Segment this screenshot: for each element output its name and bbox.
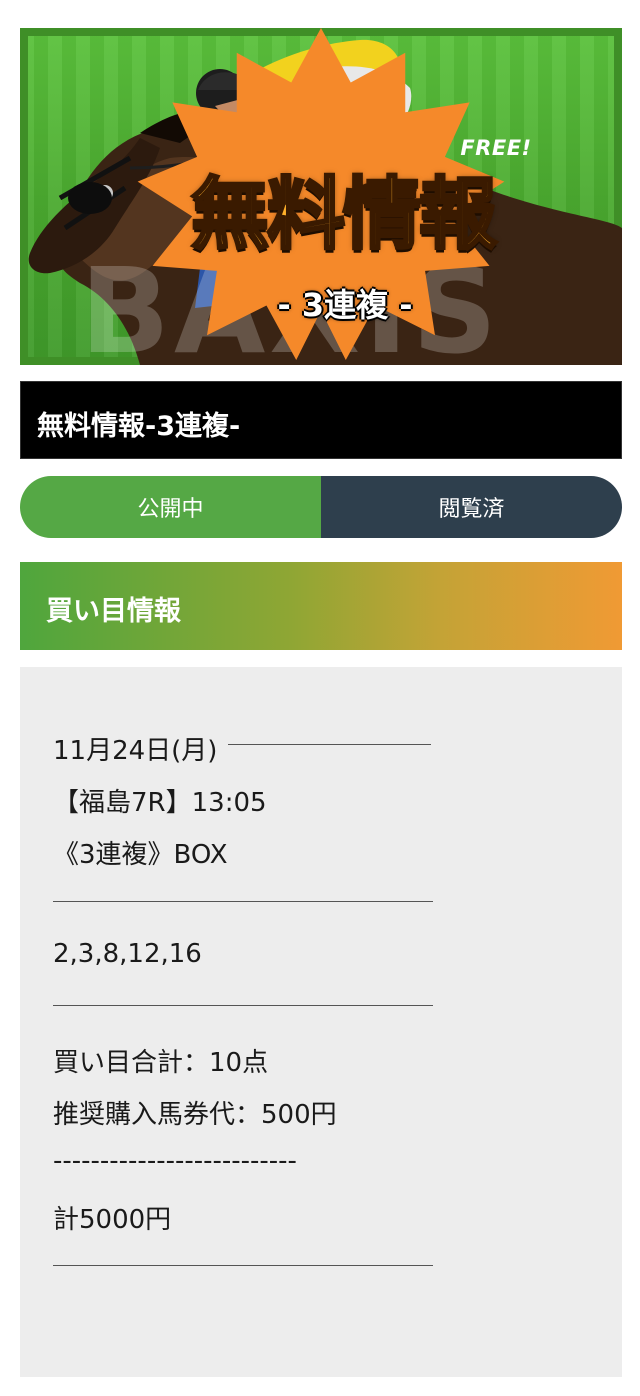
section-header: 買い目情報 [20, 562, 622, 650]
recommended-amount: 推奨購入馬券代：500円 [53, 1100, 337, 1130]
race-date: 11月24日(月) [53, 736, 218, 766]
race-info: 【福島7R】13:05 [53, 788, 267, 818]
divider [53, 1005, 433, 1006]
page-title-bar: 無料情報-3連複- [20, 381, 622, 459]
date-divider [228, 744, 431, 745]
banner-subtitle: - 3連複 - [277, 286, 413, 324]
betting-info-box: 11月24日(月) 【福島7R】13:05 《3連複》BOX 2,3,8,12,… [20, 667, 622, 1377]
free-badge-label: FREE! [460, 136, 532, 160]
page-title: 無料情報-3連複- [37, 411, 241, 442]
total-points: 買い目合計：10点 [53, 1048, 269, 1078]
horse-numbers: 2,3,8,12,16 [53, 939, 202, 969]
tab-open-label: 公開中 [137, 497, 204, 522]
tab-read[interactable]: 閲覧済 [321, 476, 622, 538]
total-cost: 計5000円 [53, 1205, 172, 1235]
divider [53, 901, 433, 902]
section-heading: 買い目情報 [46, 596, 181, 627]
divider [53, 1265, 433, 1266]
tab-open[interactable]: 公開中 [20, 476, 321, 538]
status-tabs: 公開中 閲覧済 [20, 476, 622, 538]
free-info-banner[interactable]: BAXIS FREE! 無料情報 - 3連複 - [20, 28, 622, 365]
tab-read-label: 閲覧済 [438, 497, 505, 522]
dash-separator: -------------------------- [53, 1146, 297, 1176]
banner-title: 無料情報 [189, 169, 498, 262]
page: BAXIS FREE! 無料情報 - 3連複 - 無料情報-3連複- 公開中 閲… [0, 0, 640, 1396]
bet-type: 《3連複》BOX [53, 840, 228, 870]
